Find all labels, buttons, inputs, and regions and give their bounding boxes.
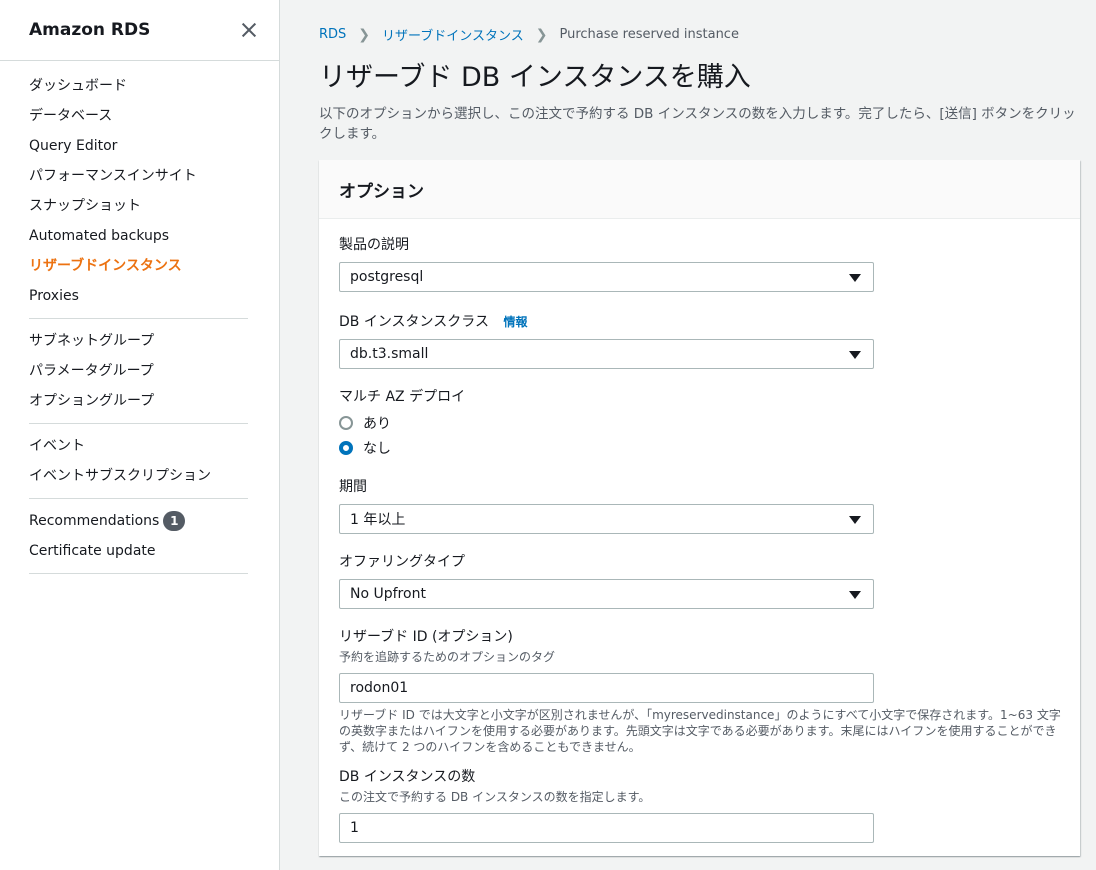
panel-title: オプション (339, 181, 424, 202)
instance-class-value: db.t3.small (350, 346, 429, 362)
radio-unchecked-icon[interactable] (339, 415, 353, 430)
reserved-id-hint: 予約を追跡するためのオプションのタグ (339, 650, 556, 664)
recommendations-count-badge: 1 (163, 511, 186, 531)
close-icon[interactable] (241, 22, 257, 38)
product-value: postgresql (350, 269, 424, 285)
sidebar-item-option-groups[interactable]: オプショングループ (0, 386, 279, 416)
sidebar-item-databases[interactable]: データベース (0, 101, 279, 131)
sidebar-divider (29, 498, 248, 499)
product-field: 製品の説明 postgresql (339, 234, 874, 292)
sidebar-item-subnet-groups[interactable]: サブネットグループ (0, 326, 279, 356)
reserved-id-constraint: リザーブド ID では大文字と小文字が区別されませんが、「myreservedi… (339, 708, 1061, 754)
sidebar-item-parameter-groups[interactable]: パラメータグループ (0, 356, 279, 386)
sidebar-item-event-subscriptions[interactable]: イベントサブスクリプション (0, 461, 279, 491)
multi-az-option-yes[interactable]: あり (339, 410, 874, 435)
page-description: 以下のオプションから選択し、この注文で予約する DB インスタンスの数を入力しま… (319, 106, 1076, 142)
product-label: 製品の説明 (339, 237, 409, 253)
sidebar-item-automated-backups[interactable]: Automated backups (0, 221, 279, 251)
radio-label: あり (363, 415, 391, 432)
sidebar-item-proxies[interactable]: Proxies (0, 281, 279, 311)
sidebar-divider (29, 318, 248, 319)
panel-header: オプション (319, 160, 1080, 219)
radio-label: なし (363, 440, 391, 457)
offering-field: オファリングタイプ No Upfront (339, 551, 874, 609)
instance-class-field: DB インスタンスクラス 情報 db.t3.small (339, 311, 874, 369)
multi-az-option-no[interactable]: なし (339, 435, 874, 460)
offering-label: オファリングタイプ (339, 554, 465, 570)
instance-count-hint: この注文で予約する DB インスタンスの数を指定します。 (339, 790, 651, 804)
instance-class-select[interactable]: db.t3.small (339, 339, 874, 369)
sidebar-item-dashboard[interactable]: ダッシュボード (0, 71, 279, 101)
breadcrumb-reserved-instances[interactable]: リザーブドインスタンス (382, 25, 524, 44)
caret-down-icon (849, 274, 861, 282)
sidebar: Amazon RDS ダッシュボード データベース Query Editor パ… (0, 0, 280, 870)
breadcrumb-rds[interactable]: RDS (319, 27, 346, 42)
caret-down-icon (849, 516, 861, 524)
sidebar-item-events[interactable]: イベント (0, 431, 279, 461)
instance-count-input[interactable] (339, 813, 874, 843)
reserved-id-label: リザーブド ID (オプション) (339, 629, 513, 645)
term-value: 1 年以上 (350, 512, 406, 528)
sidebar-item-recommendations[interactable]: Recommendations 1 (0, 506, 279, 536)
term-field: 期間 1 年以上 (339, 476, 874, 534)
chevron-right-icon: ❯ (358, 26, 371, 43)
sidebar-item-certificate-update[interactable]: Certificate update (0, 536, 279, 566)
offering-select[interactable]: No Upfront (339, 579, 874, 609)
chevron-right-icon: ❯ (535, 26, 548, 43)
sidebar-divider (29, 573, 248, 574)
sidebar-nav: ダッシュボード データベース Query Editor パフォーマンスインサイト… (0, 61, 279, 574)
info-link[interactable]: 情報 (503, 315, 527, 329)
term-select[interactable]: 1 年以上 (339, 504, 874, 534)
multi-az-field: マルチ AZ デプロイ あり なし (339, 386, 874, 460)
options-panel: オプション 製品の説明 postgresql DB インスタンスクラス 情報 d… (319, 160, 1080, 856)
caret-down-icon (849, 591, 861, 599)
breadcrumb: RDS ❯ リザーブドインスタンス ❯ Purchase reserved in… (319, 25, 739, 45)
sidebar-item-reserved-instances[interactable]: リザーブドインスタンス (0, 251, 279, 281)
main-content: RDS ❯ リザーブドインスタンス ❯ Purchase reserved in… (281, 0, 1096, 870)
instance-class-label-row: DB インスタンスクラス 情報 (339, 311, 874, 331)
sidebar-item-label: Recommendations (29, 513, 160, 529)
term-label: 期間 (339, 479, 367, 495)
offering-value: No Upfront (350, 586, 426, 602)
product-select[interactable]: postgresql (339, 262, 874, 292)
instance-class-label: DB インスタンスクラス (339, 314, 489, 330)
page-title: リザーブド DB インスタンスを購入 (319, 62, 751, 93)
reserved-id-field: リザーブド ID (オプション) 予約を追跡するためのオプションのタグ リザーブ… (339, 626, 1061, 755)
sidebar-divider (29, 423, 248, 424)
breadcrumb-current: Purchase reserved instance (559, 27, 739, 42)
caret-down-icon (849, 351, 861, 359)
instance-count-field: DB インスタンスの数 この注文で予約する DB インスタンスの数を指定します。 (339, 766, 874, 843)
radio-checked-icon[interactable] (339, 440, 353, 455)
sidebar-item-performance-insights[interactable]: パフォーマンスインサイト (0, 161, 279, 191)
sidebar-header: Amazon RDS (0, 0, 279, 61)
sidebar-title: Amazon RDS (29, 20, 151, 40)
sidebar-item-snapshots[interactable]: スナップショット (0, 191, 279, 221)
instance-count-label: DB インスタンスの数 (339, 769, 476, 785)
sidebar-item-query-editor[interactable]: Query Editor (0, 131, 279, 161)
reserved-id-input[interactable] (339, 673, 874, 703)
multi-az-label: マルチ AZ デプロイ (339, 389, 466, 405)
